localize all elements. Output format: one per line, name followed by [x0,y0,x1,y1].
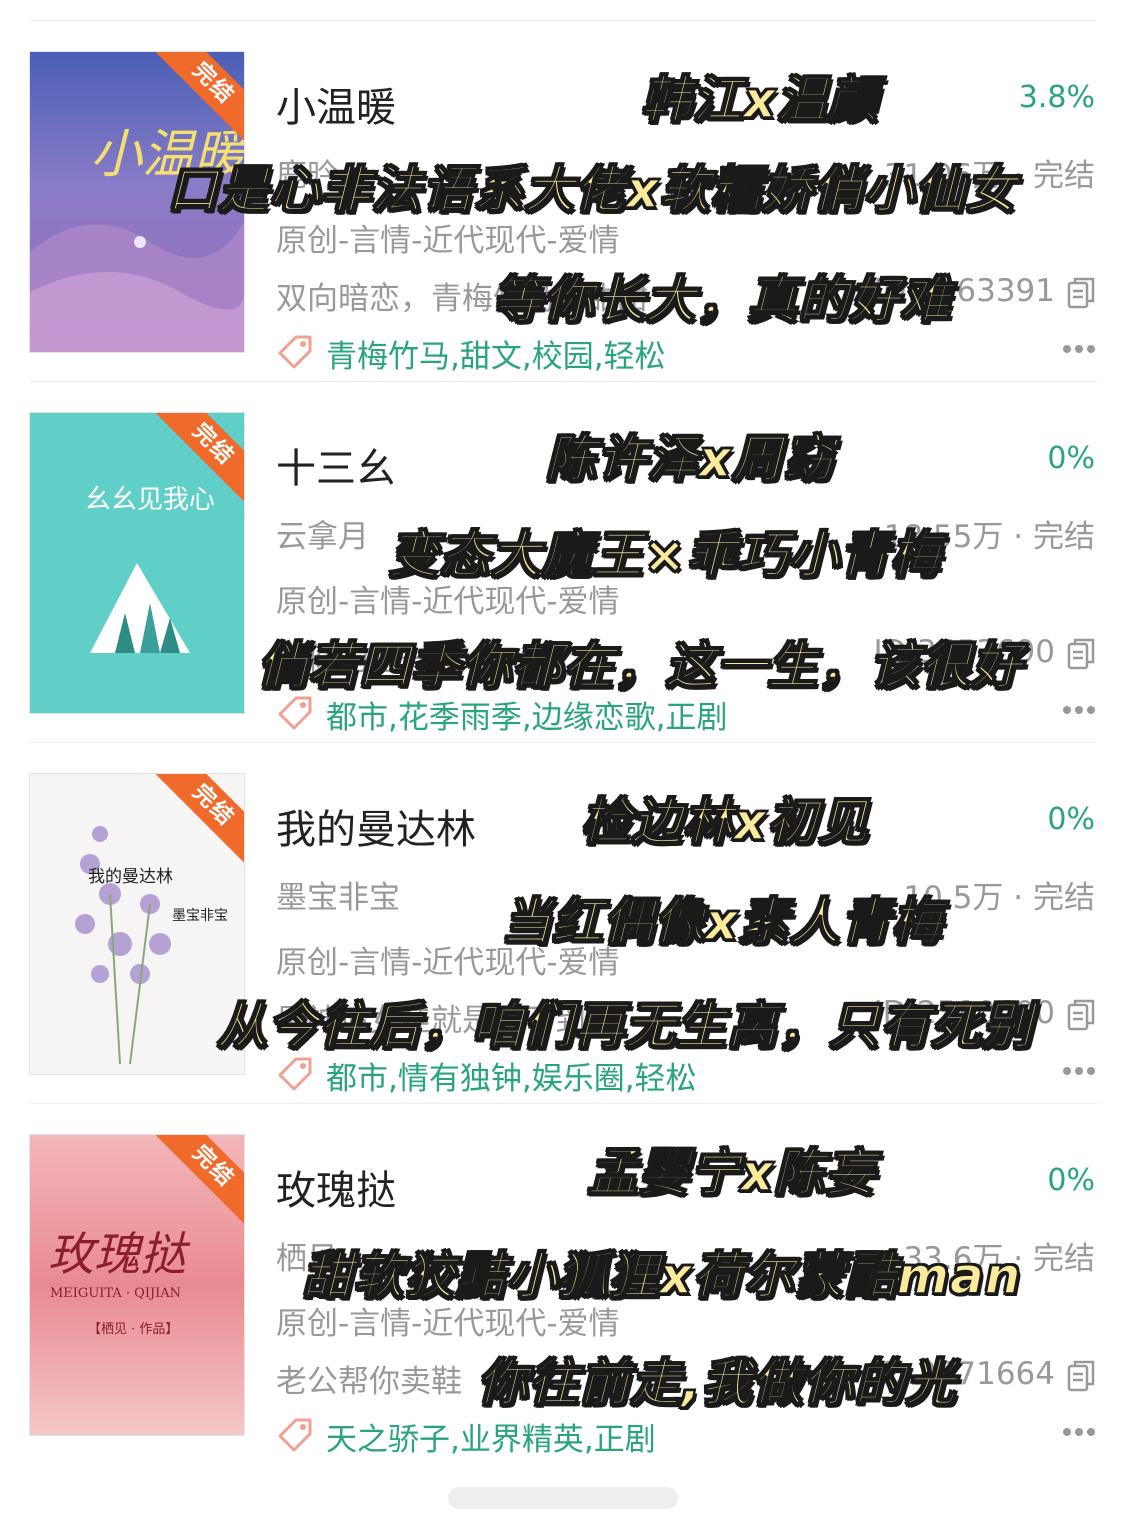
overlay-quote: 等你长大，真的好难 [492,270,952,330]
reading-progress: 0% [1047,802,1095,837]
book-tags: 天之骄子,业界精英,正剧 [326,1422,656,1458]
tag-icon [278,335,312,369]
overlay-tagline: 变态大魔王×乖巧小青梅 [388,525,942,585]
overlay-pair: 陈许泽x周窈 [545,429,835,489]
cover-title: 我的曼达林 [88,867,173,887]
tag-icon [278,696,312,730]
book-list-item[interactable]: 小温暖 完结 小温暖 3.8% 鹿昑 31.06万 · 完结 原创-言情-近代现… [0,20,1125,381]
cover-title: 玫瑰挞 [48,1227,191,1281]
book-title[interactable]: 我的曼达林 [276,797,476,855]
overlay-quote: 倘若四季你都在，这一生，该很好 [257,636,1023,696]
more-icon[interactable] [1061,1065,1097,1077]
reading-progress: 3.8% [1018,80,1095,115]
book-author[interactable]: 墨宝非宝 [276,872,400,917]
cover-title: 幺幺见我心 [85,485,215,515]
more-icon[interactable] [1061,704,1097,716]
book-author[interactable]: 云拿月 [276,511,369,556]
book-title[interactable]: 玫瑰挞 [276,1158,396,1216]
overlay-pair: 检边林x初见 [580,792,870,852]
book-tags: 都市,情有独钟,娱乐圈,轻松 [326,1061,697,1097]
overlay-tagline: 甜软狡黠小狐狸x荷尔蒙酷man [302,1246,1022,1306]
book-cover[interactable]: 我的曼达林 墨宝非宝 完结 [30,774,244,1074]
copy-icon[interactable] [1067,999,1095,1031]
book-list-item[interactable]: 玫瑰挞 MEIGUITA · QIJIAN 【栖见 · 作品】 完结 玫瑰挞 0… [0,1103,1125,1464]
overlay-quote: 你往前走,我做你的光 [477,1353,957,1413]
tag-icon [278,1057,312,1091]
copy-icon[interactable] [1067,277,1095,309]
home-indicator[interactable] [447,1487,678,1509]
copy-icon[interactable] [1067,638,1095,670]
book-title[interactable]: 小温暖 [276,75,396,133]
overlay-quote: 从今往后，咱们再无生离，只有死别 [216,996,1033,1056]
more-icon[interactable] [1061,1426,1097,1438]
book-list-item[interactable]: 我的曼达林 墨宝非宝 完结 我的曼达林 0% 墨宝非宝 10.5万 · 完结 原… [0,742,1125,1103]
book-description: 老公帮你卖鞋 [276,1364,462,1400]
book-title[interactable]: 十三幺 [276,436,396,494]
overlay-pair: 孟婴宁x陈妄 [587,1143,877,1203]
book-tags: 都市,花季雨季,边缘恋歌,正剧 [326,700,728,736]
overlay-tagline: 当红偶像x素人青梅 [501,892,943,952]
reading-progress: 0% [1047,441,1095,476]
tag-icon [278,1418,312,1452]
cover-author: 【栖见 · 作品】 [88,1322,178,1337]
reading-progress: 0% [1047,1163,1095,1198]
cover-subtitle: MEIGUITA · QIJIAN [50,1286,181,1301]
book-cover[interactable]: 玫瑰挞 MEIGUITA · QIJIAN 【栖见 · 作品】 完结 [30,1135,244,1435]
book-list-item[interactable]: 幺幺见我心 完结 十三幺 0% 云拿月 18.55万 · 完结 原创-言情-近代… [0,381,1125,742]
book-cover[interactable]: 幺幺见我心 完结 [30,413,244,713]
copy-icon[interactable] [1067,1360,1095,1392]
more-icon[interactable] [1061,343,1097,355]
overlay-tagline: 口是心非法语系大佬x软糯娇俏小仙女 [167,160,1017,220]
book-tags: 青梅竹马,甜文,校园,轻松 [326,339,666,375]
cover-author: 墨宝非宝 [172,908,228,924]
overlay-pair: 韩江x温颜 [641,70,879,130]
